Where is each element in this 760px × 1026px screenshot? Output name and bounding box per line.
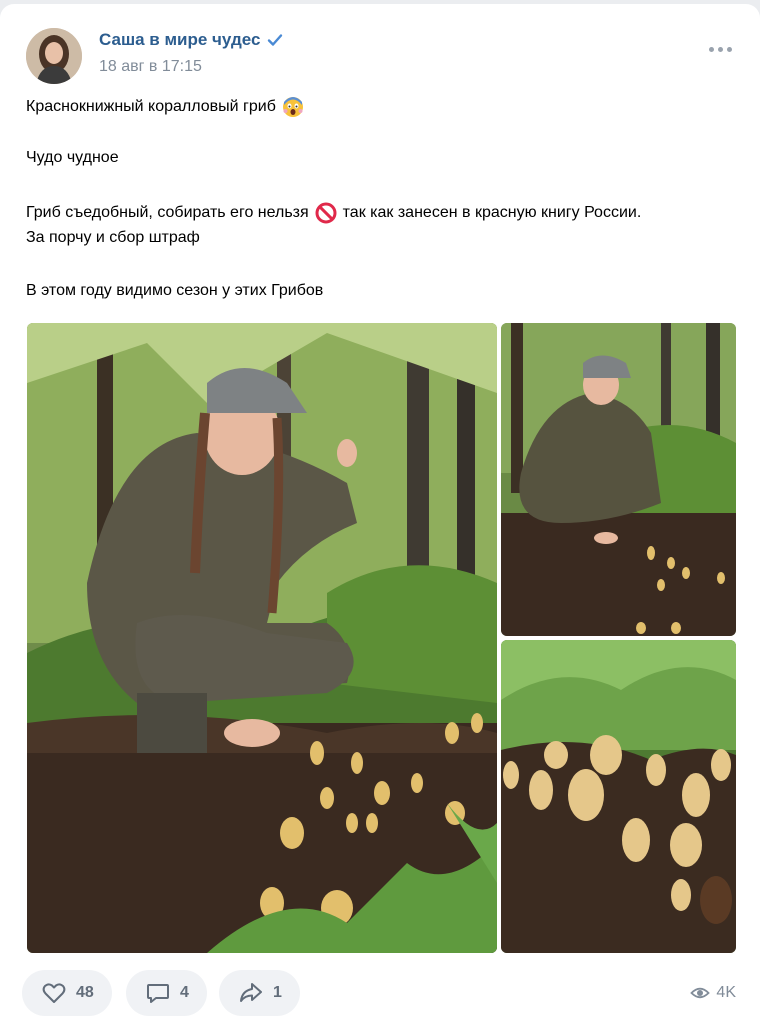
share-button[interactable]: 1	[219, 970, 300, 1016]
post-text-l5: В этом году видимо сезон у этих Грибов	[26, 282, 324, 299]
views-count: 4K	[716, 984, 736, 1001]
screaming-face-icon	[282, 97, 303, 117]
photo-woman-crouching-wide[interactable]	[501, 323, 736, 636]
no-entry-sign-icon	[315, 202, 337, 224]
post-text-l2: Чудо чудное	[26, 149, 119, 166]
photo-coral-mushrooms-closeup[interactable]	[501, 640, 736, 953]
post-text-line-3: Гриб съедобный, собирать его нельзя так …	[26, 202, 641, 224]
post-text-l3b: так как занесен в красную книгу России.	[342, 204, 642, 221]
post-text-l4: За порчу и сбор штраф	[26, 229, 200, 246]
comment-button[interactable]: 4	[126, 970, 207, 1016]
share-icon	[240, 983, 262, 1002]
post-card: Саша в мире чудес 18 авг в 17:15 Краснок…	[0, 4, 760, 1026]
like-button[interactable]: 48	[22, 970, 112, 1016]
comment-icon	[147, 984, 169, 1003]
post-text-line-5: В этом году видимо сезон у этих Грибов	[26, 282, 323, 300]
post-text-line-4: За порчу и сбор штраф	[26, 229, 200, 247]
avatar[interactable]	[26, 28, 82, 84]
author-name-text[interactable]: Саша в мире чудес	[99, 30, 260, 50]
heart-icon	[42, 983, 66, 1003]
share-count: 1	[273, 984, 282, 1001]
photo-woman-crouching-near-coral-mushrooms[interactable]	[27, 323, 497, 953]
comment-count: 4	[180, 984, 189, 1001]
post-date[interactable]: 18 авг в 17:15	[99, 58, 202, 76]
views-counter: 4K	[690, 983, 736, 1003]
verified-icon	[268, 34, 283, 46]
post-text-l1: Краснокнижный коралловый гриб	[26, 98, 276, 115]
more-icon[interactable]	[709, 47, 732, 52]
post-text-l3a: Гриб съедобный, собирать его нельзя	[26, 204, 309, 221]
post-text-line-1: Краснокнижный коралловый гриб	[26, 96, 310, 118]
author-name[interactable]: Саша в мире чудес	[99, 30, 284, 50]
like-count: 48	[76, 984, 94, 1001]
eye-icon	[690, 987, 711, 999]
post-text-line-2: Чудо чудное	[26, 149, 119, 167]
